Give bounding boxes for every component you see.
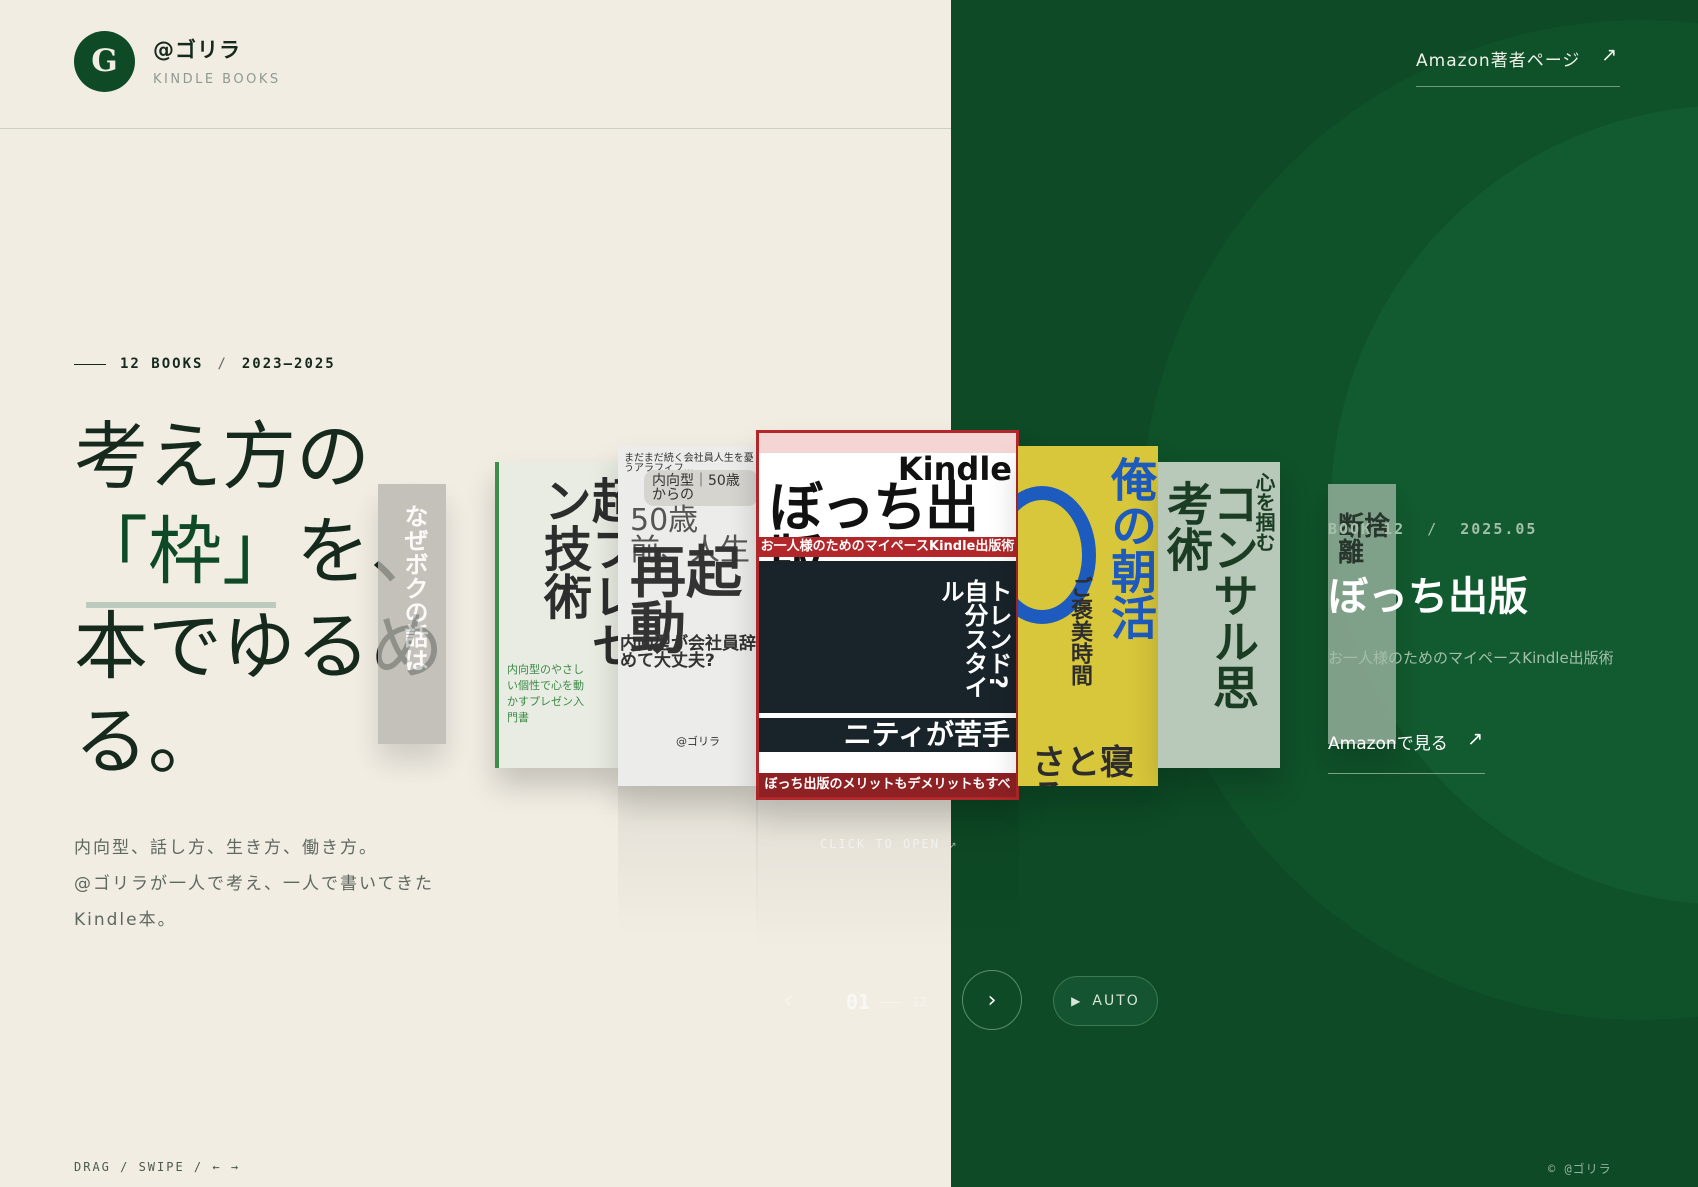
book-cover[interactable]: なぜボクの話は xyxy=(378,484,446,744)
arrow-up-right-icon: ↗ xyxy=(1467,728,1483,750)
slide-counter: 01 12 xyxy=(846,990,927,1014)
book-cover-side: トレンド?自分スタイル xyxy=(936,579,1012,699)
author-link-label: Amazon著者ページ xyxy=(1416,51,1581,71)
autoplay-button[interactable]: ▶ AUTO xyxy=(1053,976,1158,1026)
amazon-link-label: Amazonで見る xyxy=(1328,734,1448,754)
amazon-author-page-link[interactable]: Amazon著者ページ ↗ xyxy=(1416,44,1620,87)
book-cover[interactable]: まだまだ続く会社員人生を憂うアラフィフ… 内向型｜50歳からの 50歳前、人生 … xyxy=(618,446,758,786)
book-cover-question: 内向型が会社員辞めて大丈夫? xyxy=(620,634,756,671)
active-book-date: 2025.05 xyxy=(1460,520,1538,538)
book-cover-title: コンサル思考術 xyxy=(1160,480,1260,710)
arrow-up-right-icon: ↗ xyxy=(1601,44,1618,66)
book-cover-tagline: 内向型のやさしい個性で心を動かすプレゼン入門書 xyxy=(507,663,584,724)
brand-name: @ゴリラ xyxy=(153,38,241,62)
eyebrow-dash xyxy=(74,363,106,365)
intro-line-1: 内向型、話し方、生き方、働き方。 xyxy=(74,838,378,858)
year-range: 2023–2025 xyxy=(241,356,336,372)
play-icon: ▶ xyxy=(1071,994,1083,1008)
book-cover-badge: 内向型｜50歳からの xyxy=(644,470,758,506)
next-button[interactable]: › xyxy=(962,970,1022,1030)
drag-swipe-hint: DRAG / SWIPE / ← → xyxy=(74,1160,241,1174)
prev-button[interactable]: ‹ xyxy=(770,972,806,1028)
book-cover[interactable]: 俺の朝活 ご褒美時間 さと寝ろ。 xyxy=(1018,446,1158,786)
book-reflection xyxy=(756,800,1019,950)
book-cover-footer: さと寝ろ。 xyxy=(1032,743,1134,786)
book-cover[interactable]: コンサル思考術 心を掴む xyxy=(1158,462,1280,768)
book-cover-bottom: ニティが苦手 xyxy=(759,718,1016,752)
book-cover-tagline: ご褒美時間 xyxy=(1067,576,1092,686)
logo-mark[interactable]: G xyxy=(74,31,135,92)
intro-line-2: @ゴリラが一人で考え、一人で書いてきた xyxy=(74,874,434,894)
counter-divider xyxy=(880,1001,903,1003)
hero-eyebrow: 12 BOOKS / 2023–2025 xyxy=(74,356,336,372)
active-book-meta: BOOK 12 / 2025.05 xyxy=(1328,520,1537,538)
book-cover-title: なぜボクの話は xyxy=(400,504,428,672)
headline-accent: 「枠」 xyxy=(74,509,296,595)
book-reflection xyxy=(618,786,758,936)
meta-separator: / xyxy=(1427,520,1439,538)
book-cover-title: 超プレゼン技術 xyxy=(535,476,624,668)
brand-subtitle: KINDLE BOOKS xyxy=(153,72,281,87)
view-on-amazon-link[interactable]: Amazonで見る ↗ xyxy=(1328,728,1485,774)
book-cover-footer: ぼっち出版のメリットもデメリットもすべて公開 xyxy=(759,773,1016,797)
chevron-right-icon: › xyxy=(987,987,997,1013)
total-slides: 12 xyxy=(912,995,927,1009)
active-book-subtitle: お一人様のためのマイペースKindle出版術 xyxy=(1328,649,1614,667)
copyright: © @ゴリラ xyxy=(1548,1162,1612,1176)
headline-line-1: 考え方の xyxy=(74,414,370,500)
logo-letter: G xyxy=(91,43,118,79)
hero-intro: 内向型、話し方、生き方、働き方。 @ゴリラが一人で考え、一人で書いてきた Kin… xyxy=(74,830,444,938)
book-count: 12 BOOKS xyxy=(120,356,204,372)
header-divider xyxy=(0,128,951,129)
active-book-label: BOOK 12 xyxy=(1328,520,1406,538)
chevron-left-icon: ‹ xyxy=(783,986,793,1014)
eyebrow-separator: / xyxy=(217,356,228,372)
autoplay-label: AUTO xyxy=(1092,993,1140,1009)
headline-line-4: る。 xyxy=(74,699,222,785)
book-cover-title: 俺の朝活 xyxy=(1104,456,1158,640)
intro-line-3: Kindle本。 xyxy=(74,910,177,930)
current-slide: 01 xyxy=(846,990,871,1014)
book-cover-tagline: 心を掴む xyxy=(1252,472,1276,552)
book-cover-active[interactable]: Kindle ぼっち出版 お一人様のためのマイペースKindle出版術 トレンド… xyxy=(756,430,1019,800)
book-cover[interactable]: 超プレゼン技術 内向型のやさしい個性で心を動かすプレゼン入門書 xyxy=(495,462,624,768)
book-cover-subtitle: お一人様のためのマイペースKindle出版術 xyxy=(759,537,1016,557)
active-book-title: ぼっち出版 xyxy=(1328,573,1528,620)
book-cover-author: @ゴリラ xyxy=(676,735,720,748)
click-to-open-hint: CLICK TO OPEN ↗ xyxy=(820,837,959,851)
